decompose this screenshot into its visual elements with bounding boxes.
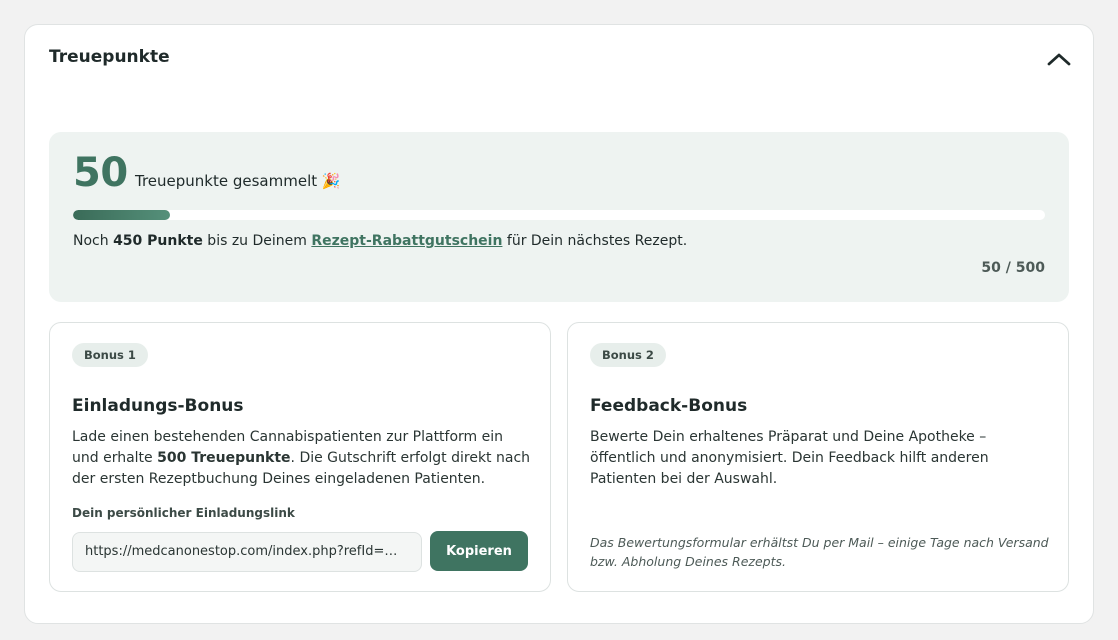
feedback-hint: Das Bewertungsformular erhältst Du per M… xyxy=(590,535,1049,569)
copy-button[interactable]: Kopieren xyxy=(430,531,528,571)
invite-bonus-card: Bonus 1 Einladungs-Bonus Lade einen best… xyxy=(49,322,551,592)
bonus-title: Einladungs-Bonus xyxy=(72,396,244,416)
bonus-points-amount: 500 Treuepunkte xyxy=(157,450,291,466)
feedback-bonus-card: Bonus 2 Feedback-Bonus Bewerte Dein erha… xyxy=(567,322,1069,592)
progress-note-prefix: Noch xyxy=(73,233,114,249)
loyalty-points-card: Treuepunkte 50 Treuepunkte gesammelt 🎉 N… xyxy=(24,24,1094,624)
bonus-description: Bewerte Dein erhaltenes Präparat und Dei… xyxy=(590,429,989,487)
points-collected: 50 xyxy=(73,150,128,196)
bonus-title: Feedback-Bonus xyxy=(590,396,748,416)
card-header[interactable]: Treuepunkte xyxy=(25,25,1093,95)
bonus-badge: Bonus 2 xyxy=(590,343,666,367)
bonus-badge: Bonus 1 xyxy=(72,343,148,367)
progress-bar xyxy=(73,210,1045,220)
collapse-button[interactable] xyxy=(1045,45,1073,73)
card-title: Treuepunkte xyxy=(49,47,170,67)
invite-link-field[interactable]: https://medcanonestop.com/index.php?refI… xyxy=(72,532,422,572)
progress-note: Noch 450 Punkte bis zu Deinem Rezept-Rab… xyxy=(73,233,687,249)
invite-link-label: Dein persönlicher Einladungslink xyxy=(72,506,295,520)
progress-bar-fill xyxy=(73,210,171,220)
points-progress-panel: 50 Treuepunkte gesammelt 🎉 Noch 450 Punk… xyxy=(49,132,1069,302)
bonus-description: Lade einen bestehenden Cannabispatienten… xyxy=(72,427,534,490)
progress-note-suffix: für Dein nächstes Rezept. xyxy=(502,233,688,249)
progress-note-middle: bis zu Deinem xyxy=(202,233,312,249)
voucher-link[interactable]: Rezept-Rabattgutschein xyxy=(311,233,502,249)
progress-ratio: 50 / 500 xyxy=(981,260,1045,276)
chevron-up-icon xyxy=(1047,53,1071,66)
points-caption: Treuepunkte gesammelt 🎉 xyxy=(135,172,341,190)
points-remaining: 450 Punkte xyxy=(113,233,203,249)
